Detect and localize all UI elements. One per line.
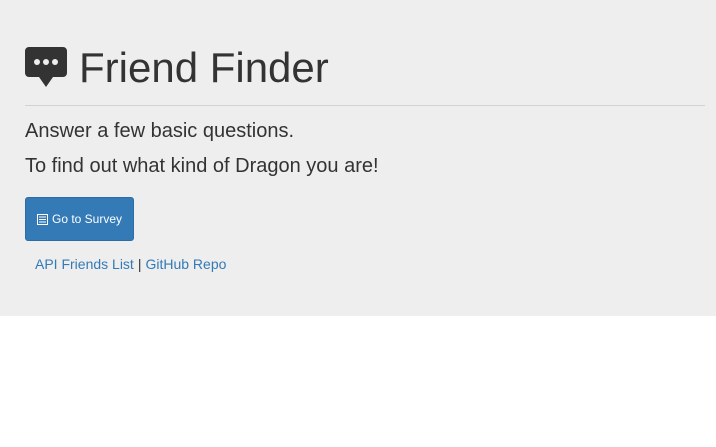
page-title: Friend Finder xyxy=(79,44,329,91)
intro-line-2: To find out what kind of Dragon you are! xyxy=(25,155,379,177)
go-to-survey-label: Go to Survey xyxy=(51,212,123,226)
list-alt-icon xyxy=(36,213,48,225)
api-friends-list-link[interactable]: API Friends List xyxy=(35,256,134,272)
intro-line-1: Answer a few basic questions. xyxy=(25,120,295,142)
divider xyxy=(25,105,705,106)
github-repo-link[interactable]: GitHub Repo xyxy=(145,256,226,272)
go-to-survey-button[interactable]: Go to Survey xyxy=(25,197,134,241)
link-separator: | xyxy=(137,256,142,272)
comment-icon xyxy=(25,47,67,89)
jumbotron: Friend Finder Answer a few basic questio… xyxy=(0,0,716,316)
title-row: Friend Finder xyxy=(25,40,329,96)
footer-links: API Friends List | GitHub Repo xyxy=(35,256,226,272)
